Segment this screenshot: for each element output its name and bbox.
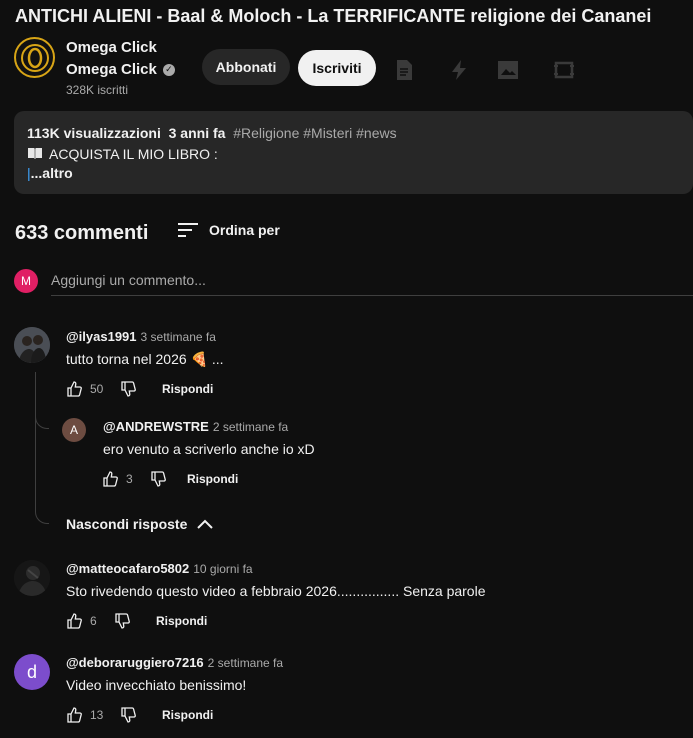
comment-text: tutto torna nel 2026 🍕 ...: [66, 351, 224, 367]
thumbs-down-icon[interactable]: [114, 613, 130, 629]
sort-label: Ordina per: [209, 222, 280, 238]
comment-author[interactable]: @matteocafaro5802: [66, 561, 189, 576]
comment-time[interactable]: 10 giorni fa: [193, 562, 252, 576]
thumbs-up-icon[interactable]: [66, 707, 82, 723]
comment-author[interactable]: @ANDREWSTRE: [103, 419, 209, 434]
description-line: ACQUISTA IL MIO LIBRO :: [27, 146, 218, 162]
reply-button[interactable]: Rispondi: [156, 614, 207, 628]
avatar[interactable]: [14, 327, 50, 363]
sort-icon: [178, 223, 198, 237]
add-comment-input[interactable]: Aggiungi un commento...: [51, 272, 206, 288]
avatar[interactable]: A: [62, 418, 86, 442]
avatar[interactable]: d: [14, 654, 50, 690]
comment-actions: 50 Rispondi: [66, 381, 213, 397]
user-avatar: M: [14, 269, 38, 293]
channel-avatar[interactable]: [14, 37, 55, 78]
like-count: 6: [90, 614, 97, 628]
comment-count: 633 commenti: [15, 222, 149, 244]
upload-age: 3 anni fa: [168, 125, 226, 141]
comment-actions: 6 Rispondi: [66, 613, 207, 629]
hide-replies-button[interactable]: Nascondi risposte: [66, 516, 214, 532]
sort-button[interactable]: Ordina per: [177, 221, 280, 239]
channel-name[interactable]: Omega Click: [66, 39, 157, 56]
thumbs-up-icon[interactable]: [66, 381, 82, 397]
book-icon: [27, 146, 43, 162]
chevron-up-icon: [197, 519, 214, 529]
profile-photo-icon: [14, 560, 50, 596]
video-title: ANTICHI ALIENI - Baal & Moloch - La TERR…: [15, 6, 652, 26]
input-underline: [51, 295, 693, 296]
avatar[interactable]: [14, 560, 50, 596]
omega-logo-icon: [20, 43, 49, 72]
channel-name-label: Omega Click: [66, 61, 157, 78]
thumbs-down-icon[interactable]: [150, 471, 166, 487]
profile-photo-icon: [14, 327, 50, 363]
comment-text: Sto rivedendo questo video a febbraio 20…: [66, 583, 486, 599]
view-count: 113K visualizzazioni: [27, 125, 161, 141]
reply-button[interactable]: Rispondi: [162, 708, 213, 722]
comment-actions: 3 Rispondi: [102, 471, 238, 487]
comment-header: @ANDREWSTRE 2 settimane fa: [103, 419, 288, 434]
comment-header: @deboraruggiero7216 2 settimane fa: [66, 655, 283, 670]
thumbs-up-icon[interactable]: [66, 613, 82, 629]
comment-text: ero venuto a scriverlo anche io xD: [103, 441, 315, 457]
description-text: ACQUISTA IL MIO LIBRO :: [49, 146, 218, 162]
thumbs-up-icon[interactable]: [102, 471, 118, 487]
comment-header: @matteocafaro5802 10 giorni fa: [66, 561, 253, 576]
comment-author[interactable]: @ilyas1991: [66, 329, 137, 344]
comment-actions: 13 Rispondi: [66, 707, 213, 723]
description-more[interactable]: |...altro: [27, 165, 73, 181]
hashtags[interactable]: #Religione #Misteri #news: [233, 125, 396, 141]
reply-button[interactable]: Rispondi: [187, 472, 238, 486]
comment-author[interactable]: @deboraruggiero7216: [66, 655, 204, 670]
like-count: 3: [126, 472, 133, 486]
subscribe-button[interactable]: Iscriviti: [298, 50, 376, 86]
like-count: 50: [90, 382, 104, 396]
thumbs-down-icon[interactable]: [120, 707, 136, 723]
like-count: 13: [90, 708, 104, 722]
join-button[interactable]: Abbonati: [202, 49, 290, 85]
comment-time[interactable]: 3 settimane fa: [141, 330, 216, 344]
show-more-link[interactable]: ...altro: [31, 165, 73, 181]
subscriber-count: 328K iscritti: [66, 83, 129, 97]
comment-text: Video invecchiato benissimo!: [66, 677, 247, 693]
thumbs-down-icon[interactable]: [120, 381, 136, 397]
reply-button[interactable]: Rispondi: [162, 382, 213, 396]
comment-header: @ilyas1991 3 settimane fa: [66, 329, 216, 344]
image-icon[interactable]: [496, 58, 520, 82]
comment-time[interactable]: 2 settimane fa: [208, 656, 283, 670]
description-meta: 113K visualizzazioni 3 anni fa #Religion…: [27, 125, 397, 141]
verified-badge-icon: ✓: [162, 63, 175, 76]
clip-icon[interactable]: [552, 58, 576, 82]
thread-connector: [35, 372, 49, 524]
hide-replies-label: Nascondi risposte: [66, 516, 188, 532]
document-icon[interactable]: [392, 58, 416, 82]
comment-time[interactable]: 2 settimane fa: [213, 420, 288, 434]
bolt-icon[interactable]: [447, 58, 471, 82]
channel-name-verified[interactable]: Omega Click ✓: [66, 61, 175, 78]
